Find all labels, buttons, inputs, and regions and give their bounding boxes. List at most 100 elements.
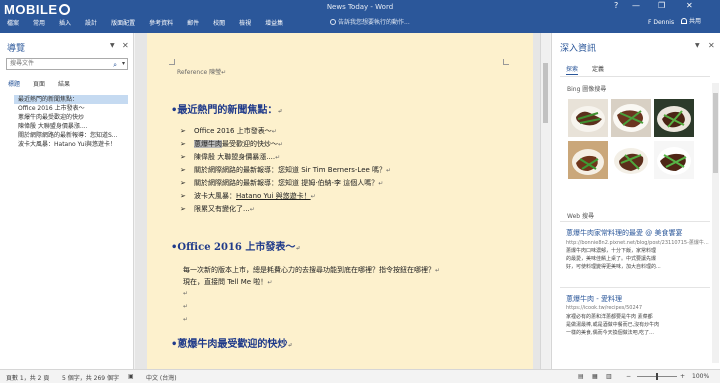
tab-pages[interactable]: 頁面: [33, 79, 45, 88]
pane-scrollbar[interactable]: [712, 83, 719, 363]
tab-layout[interactable]: 版面配置: [104, 17, 142, 31]
bullet-item: ➢ 蔥爆牛肉最受歡迎的快炒～↵: [180, 140, 284, 148]
bullet-text: 限累又有變化了...: [194, 205, 250, 213]
read-mode-icon[interactable]: ▤: [578, 373, 584, 380]
nav-search-input[interactable]: 搜尋文件 ⌕ ▾: [6, 58, 128, 70]
pane-options-icon[interactable]: ▼: [695, 42, 700, 49]
heading-1: •最近熱門的新聞焦點：↵: [171, 105, 283, 116]
food-photo[interactable]: [654, 99, 694, 137]
result-link[interactable]: 蔥爆牛肉家常料理的最愛 @ 美食饗宴: [566, 228, 682, 238]
tab-explore[interactable]: 探索: [566, 64, 579, 75]
tab-review[interactable]: 校閱: [206, 17, 232, 31]
print-layout-icon[interactable]: ▦: [592, 373, 598, 380]
tab-headings[interactable]: 標題: [8, 79, 20, 88]
tab-design[interactable]: 設計: [78, 17, 104, 31]
heading-2-text: •Office 2016 上市發表～: [171, 242, 296, 253]
document-page[interactable]: Reference 陳瑩↵ •最近熱門的新聞焦點：↵ ➢ Office 2016 …: [147, 33, 533, 369]
paragraph-text: 現在，直接問 Tell Me 啦！: [183, 278, 268, 286]
image-search-heading: Bing 圖像搜尋: [567, 86, 607, 93]
food-photo[interactable]: [611, 141, 651, 179]
heading-item[interactable]: 陳偉殷 大聯盟身價暴漲....: [14, 122, 128, 131]
heading-item[interactable]: Office 2016 上市發表～: [14, 104, 128, 113]
bullet-text-underlined: Hatano Yui 與悠遊卡！: [236, 192, 311, 200]
proofing-icon[interactable]: ▣: [128, 373, 134, 380]
result-desc: 的最愛，美味佳餚上桌了。中式要讓先爆: [566, 256, 657, 262]
tell-me-text: 告訴我您想要執行的動作...: [338, 19, 410, 26]
empty-paragraph: ↵: [183, 316, 189, 323]
close-button[interactable]: ✕: [686, 1, 693, 10]
tab-view[interactable]: 檢視: [232, 17, 258, 31]
heading-2: •Office 2016 上市發表～↵: [171, 242, 301, 253]
heading-3-text: •蔥爆牛肉最受歡迎的快炒: [171, 339, 288, 350]
zoom-out-icon[interactable]: −: [626, 373, 631, 380]
restore-button[interactable]: ❐: [658, 1, 665, 10]
tab-insert[interactable]: 插入: [52, 17, 78, 31]
result-desc: 一樣的美食,偶而今天換個做法吧,吃了...: [566, 330, 654, 336]
minimize-button[interactable]: —: [632, 1, 640, 10]
user-name[interactable]: F Dennis: [648, 17, 674, 29]
tab-addins[interactable]: 增益集: [258, 17, 290, 31]
web-result-card: 蔥爆牛肉家常料理的最愛 @ 美食饗宴 http://bonnie8n2.pixn…: [560, 221, 710, 283]
heading-item[interactable]: 波卡大風暴：Hatano Yui與悠遊卡！: [14, 140, 128, 149]
paragraph-text: 每一次新的版本上市，總是耗費心力的去搜尋功能到底在哪裡？指令按鈕在哪裡？: [183, 266, 435, 274]
food-photo[interactable]: [568, 99, 608, 137]
food-photo[interactable]: [654, 141, 694, 179]
nav-tabs: 標題 頁面 結果: [8, 79, 83, 88]
word-window: MOBILE News Today - Word ? — ❐ ✕ 檔案 常用 插…: [0, 0, 720, 383]
nav-search-placeholder: 搜尋文件: [10, 60, 35, 67]
bullet-text: 波卡大風暴：: [194, 192, 236, 200]
bullet-text: 陳偉殷 大聯盟身價暴漲....: [194, 153, 276, 161]
nav-pane-close-icon[interactable]: ✕: [122, 41, 129, 50]
lightbulb-icon: [330, 19, 336, 25]
heading-list: 最近熱門的新聞焦點： Office 2016 上市發表～ 蔥爆牛肉最受歡迎的快炒…: [14, 95, 128, 149]
scrollbar-thumb[interactable]: [543, 63, 548, 123]
ribbon-tabs: 檔案 常用 插入 設計 版面配置 參考資料 郵件 校閱 檢視 增益集: [0, 17, 290, 31]
reference-text: Reference 陳瑩↵: [177, 69, 227, 76]
tab-results[interactable]: 結果: [58, 79, 70, 88]
divider: [560, 76, 710, 77]
nav-pane-title: 導覽: [7, 44, 26, 54]
paragraph: 每一次新的版本上市，總是耗費心力的去搜尋功能到底在哪裡？指令按鈕在哪裡？↵: [183, 266, 441, 274]
result-desc: 是做湯最棒,或是酒做中餐而已,沒有炒牛肉: [566, 322, 660, 328]
help-icon[interactable]: ?: [614, 1, 618, 10]
language[interactable]: 中文 (台灣): [146, 373, 177, 382]
bullet-item: ➢ 波卡大風暴：Hatano Yui 與悠遊卡！↵: [180, 192, 316, 200]
food-photo[interactable]: [568, 141, 608, 179]
tab-mailings[interactable]: 郵件: [180, 17, 206, 31]
tab-define[interactable]: 定義: [592, 64, 604, 75]
heading-item[interactable]: 蔥爆牛肉最受歡迎的快炒: [14, 113, 128, 122]
share-button[interactable]: 共用: [678, 16, 704, 28]
person-icon: [681, 18, 687, 24]
bullet-item: ➢ Office 2016 上市發表～↵: [180, 127, 277, 135]
heading-item[interactable]: 最近熱門的新聞焦點：: [14, 95, 128, 104]
empty-paragraph: ↵: [183, 303, 189, 310]
food-photo[interactable]: [611, 99, 651, 137]
empty-paragraph: ↵: [183, 290, 189, 297]
pane-close-icon[interactable]: ✕: [708, 41, 715, 50]
search-icon[interactable]: ⌕: [113, 60, 117, 70]
paragraph: 現在，直接問 Tell Me 啦！↵: [183, 278, 273, 286]
share-label: 共用: [689, 18, 702, 25]
bullet-text: 關於網際網路的最新報導：您知道 Sir Tim Berners-Lee 嗎？: [194, 166, 387, 174]
window-title: News Today - Word: [326, 3, 394, 11]
result-link[interactable]: 蔥爆牛肉 - 愛料理: [566, 294, 622, 304]
zoom-level[interactable]: 100%: [692, 373, 709, 380]
zoom-slider-knob[interactable]: [656, 373, 658, 380]
chevron-down-icon[interactable]: ▾: [122, 59, 125, 69]
insights-title: 深入資訊: [560, 44, 597, 54]
scrollbar-thumb[interactable]: [713, 93, 718, 173]
zoom-in-icon[interactable]: +: [680, 373, 685, 380]
tab-references[interactable]: 參考資料: [142, 17, 180, 31]
tab-home[interactable]: 常用: [26, 17, 52, 31]
page-count[interactable]: 頁數 1，共 2 頁: [6, 373, 49, 382]
title-bar: MOBILE News Today - Word ? — ❐ ✕ 檔案 常用 插…: [0, 0, 720, 33]
word-count[interactable]: 5 個字，共 269 個字: [62, 373, 119, 382]
vertical-scrollbar[interactable]: [540, 33, 550, 369]
nav-pane-options-icon[interactable]: ▼: [110, 42, 115, 49]
status-bar: 頁數 1，共 2 頁 5 個字，共 269 個字 ▣ 中文 (台灣) ▤ ▦ ▥…: [0, 369, 720, 383]
tab-file[interactable]: 檔案: [0, 17, 26, 31]
heading-item[interactable]: 關於網際網路的最新報導：您知道S...: [14, 131, 128, 140]
web-layout-icon[interactable]: ▥: [606, 373, 612, 380]
margin-mark: [503, 59, 509, 65]
tell-me-box[interactable]: 告訴我您想要執行的動作...: [330, 17, 410, 29]
